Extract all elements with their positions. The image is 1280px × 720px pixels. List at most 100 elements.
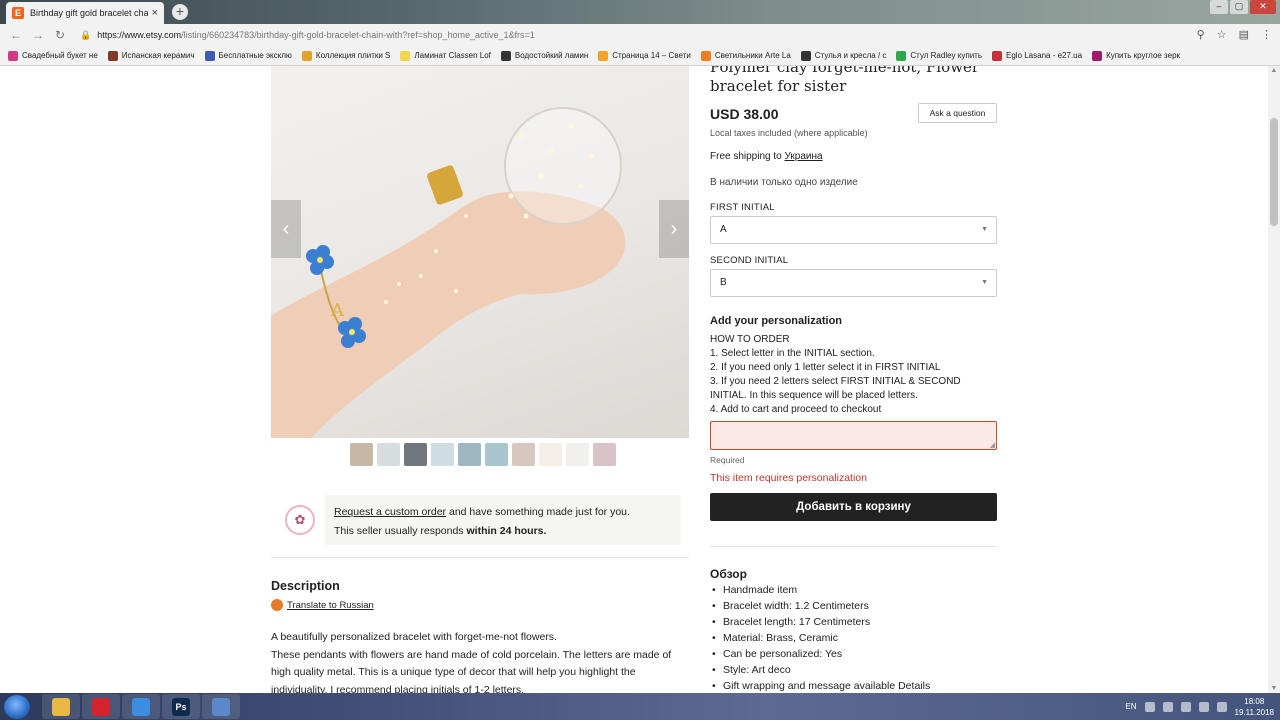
scroll-down-icon[interactable]: ▼ [1268, 685, 1280, 692]
photo-thumbnail[interactable] [377, 443, 400, 466]
network-icon[interactable] [1198, 701, 1209, 712]
tray-icon[interactable] [1180, 701, 1191, 712]
responds-time: within 24 hours. [466, 525, 547, 537]
previous-photo-button[interactable]: ‹ [271, 200, 301, 258]
photo-thumbnail[interactable] [512, 443, 535, 466]
viewer-icon [212, 697, 230, 716]
photo-thumbnail[interactable] [431, 443, 454, 466]
taskbar-app-chrome[interactable] [122, 694, 160, 719]
bookmark-item[interactable]: Свадебный букет не [8, 50, 98, 61]
clock-time: 18:08 [1244, 696, 1265, 706]
shipping-country-link[interactable]: Украина [785, 151, 823, 162]
bookmark-label: Водостойкий ламин [514, 51, 589, 60]
start-button-icon[interactable] [4, 695, 30, 719]
star-icon[interactable]: ☆ [1217, 28, 1227, 41]
maximize-icon[interactable]: ▢ [1230, 0, 1248, 14]
add-to-cart-button[interactable]: Добавить в корзину [710, 493, 997, 521]
photo-thumbnail[interactable] [539, 443, 562, 466]
taskbar-app-photoshop[interactable]: Ps [162, 694, 200, 719]
scroll-up-icon[interactable]: ▲ [1268, 67, 1280, 74]
browser-tab[interactable]: E Birthday gift gold bracelet chain × [6, 2, 164, 24]
bookmark-item[interactable]: Коллекция плитки S [301, 50, 391, 61]
bookmark-item[interactable]: Бесплатные эксклю [204, 50, 292, 61]
translate-link[interactable]: Translate to Russian [287, 600, 374, 611]
product-title: Polymer clay forget-me-not, Flower brace… [710, 66, 980, 95]
overview-list: Handmade itemBracelet width: 1.2 Centime… [712, 582, 1002, 693]
bookmark-item[interactable]: Светильники Arte La [700, 50, 791, 61]
photo-thumbnail[interactable] [485, 443, 508, 466]
browser-toolbar: ← → ↻ 🔒 https://www.etsy.com/listing/660… [0, 24, 1280, 46]
bookmark-item[interactable]: Купить круглое зерк [1092, 50, 1180, 61]
bookmark-favicon-icon [992, 50, 1002, 61]
new-tab-button[interactable]: + [172, 4, 188, 20]
instruction-line: 2. If you need only 1 letter select it i… [710, 362, 941, 373]
bookmark-item[interactable]: Eglo Lasana - e27.ua [992, 50, 1083, 61]
bookmark-item[interactable]: Испанская керамич [107, 50, 195, 61]
first-initial-select[interactable]: A ▼ [710, 216, 997, 244]
url-host: https://www.etsy.com [97, 30, 182, 40]
overview-item: Material: Brass, Ceramic [712, 630, 1002, 646]
bookmark-label: Ламинат Classen Lof [414, 51, 491, 60]
scrollbar-thumb[interactable] [1270, 118, 1278, 226]
bookmark-item[interactable]: Ламинат Classen Lof [400, 50, 491, 61]
shipping-prefix: Free shipping to [710, 151, 785, 162]
divider [271, 557, 689, 558]
address-bar[interactable]: https://www.etsy.com/listing/660234783/b… [97, 30, 535, 40]
clock-date: 19.11.2018 [1234, 707, 1274, 717]
next-photo-button[interactable]: › [659, 200, 689, 258]
tab-close-icon[interactable]: × [152, 7, 158, 19]
taskbar-app-explorer[interactable] [42, 694, 80, 719]
photo-thumbnail[interactable] [458, 443, 481, 466]
product-photo[interactable]: A ‹ › [271, 66, 689, 438]
taxes-note: Local taxes included (where applicable) [710, 128, 868, 138]
product-price: USD 38.00 [710, 106, 779, 122]
photo-thumbnail[interactable] [404, 443, 427, 466]
minimize-icon[interactable]: – [1210, 0, 1228, 14]
reload-icon[interactable]: ↻ [52, 28, 68, 42]
window-controls: – ▢ ✕ [1210, 0, 1276, 14]
request-custom-order-link[interactable]: Request a custom order [334, 506, 446, 518]
bookmark-label: Светильники Arte La [714, 51, 791, 60]
bookmark-favicon-icon [1092, 50, 1103, 61]
bookmark-label: Испанская керамич [121, 51, 195, 60]
taskbar-app-opera[interactable] [82, 694, 120, 719]
shop-logo-icon: ✿ [285, 505, 315, 535]
svg-text:A: A [330, 300, 345, 321]
personalization-textarea[interactable]: ◢ [710, 421, 997, 450]
etsy-favicon-icon: E [12, 7, 24, 19]
bookmark-item[interactable]: Страница 14 – Свети [598, 50, 691, 61]
chevron-down-icon: ▼ [981, 226, 988, 233]
bookmark-item[interactable]: Водостойкий ламин [500, 50, 589, 61]
volume-icon[interactable] [1216, 701, 1227, 712]
bookmark-item[interactable]: Стулья и кресла / с [800, 50, 887, 61]
tray-icon[interactable] [1144, 701, 1155, 712]
forward-icon[interactable]: → [30, 28, 46, 42]
ask-question-button[interactable]: Ask a question [918, 103, 997, 123]
bookmark-label: Стулья и кресла / с [814, 51, 887, 60]
second-initial-select[interactable]: B ▼ [710, 269, 997, 297]
close-window-icon[interactable]: ✕ [1250, 0, 1276, 14]
bookmark-label: Бесплатные эксклю [218, 51, 292, 60]
resize-grip-icon[interactable]: ◢ [990, 441, 995, 449]
photo-thumbnail[interactable] [350, 443, 373, 466]
back-icon[interactable]: ← [8, 28, 24, 42]
language-indicator[interactable]: EN [1125, 702, 1136, 711]
bookmark-item[interactable]: Стул Radley купить [896, 50, 982, 61]
menu-icon[interactable]: ⋮ [1261, 28, 1272, 41]
photo-thumbnail[interactable] [566, 443, 589, 466]
tray-icon[interactable] [1162, 701, 1173, 712]
extension-icon[interactable]: ▤ [1239, 28, 1249, 41]
description-body: A beautifully personalized bracelet with… [271, 629, 691, 693]
overview-item: Gift wrapping and message available Deta… [712, 678, 1002, 693]
instruction-line: 4. Add to cart and proceed to checkout [710, 404, 882, 415]
listing-page: A ‹ › ✿ Request a custom order and have … [0, 66, 1268, 693]
bookmark-favicon-icon [598, 50, 609, 61]
clock[interactable]: 18:08 19.11.2018 [1235, 696, 1274, 718]
bookmark-label: Eglo Lasana - e27.ua [1006, 51, 1083, 60]
taskbar-app-viewer[interactable] [202, 694, 240, 719]
bookmark-label: Коллекция плитки S [315, 51, 391, 60]
first-initial-value: A [720, 224, 727, 235]
photo-thumbnail[interactable] [593, 443, 616, 466]
zoom-icon[interactable]: ⚲ [1197, 28, 1205, 41]
page-scrollbar[interactable]: ▲ ▼ [1268, 66, 1280, 693]
